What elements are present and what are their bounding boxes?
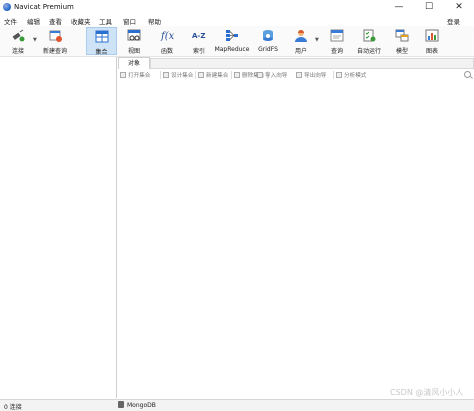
db-type-label: MongoDB xyxy=(127,402,156,409)
open-collection-button[interactable]: 打开集合 xyxy=(120,71,150,79)
user-label: 用户 xyxy=(294,48,307,55)
divider xyxy=(195,71,196,79)
search-icon[interactable] xyxy=(464,71,471,78)
new-query-label: 新建查询 xyxy=(42,48,67,55)
connect-dropdown-icon[interactable]: ▼ xyxy=(33,37,37,43)
window-title: Navicat Premium xyxy=(14,3,74,11)
user-dropdown-icon[interactable]: ▼ xyxy=(315,37,319,43)
gridfs-icon xyxy=(263,30,273,41)
chart-button[interactable]: 图表 xyxy=(420,27,444,55)
svg-text:f(x): f(x) xyxy=(160,31,174,42)
svg-text:A-Z: A-Z xyxy=(192,32,205,40)
menu-window[interactable]: 窗口 xyxy=(123,16,136,26)
divider xyxy=(160,71,161,79)
chart-label: 图表 xyxy=(425,48,438,55)
new-query-icon xyxy=(49,30,62,42)
menu-view[interactable]: 查看 xyxy=(49,16,62,26)
maximize-button[interactable]: ☐ xyxy=(414,0,444,14)
plug-icon xyxy=(12,29,25,42)
index-icon: A-Z xyxy=(192,32,205,40)
index-label: 索引 xyxy=(192,48,205,55)
query-label: 查询 xyxy=(330,48,343,55)
new-collection-icon xyxy=(198,72,204,78)
main-toolbar: 连接 ▼ 新建查询 集合 视图 f(x) 函数 A-Z 索引 MapReduce… xyxy=(0,26,474,57)
function-button[interactable]: f(x) 函数 xyxy=(154,27,180,55)
delete-collection-icon xyxy=(234,72,240,78)
divider xyxy=(333,71,334,79)
new-query-button[interactable]: 新建查询 xyxy=(40,27,70,55)
connect-button[interactable]: 连接 xyxy=(4,27,32,55)
watermark: CSDN @清风小小人 xyxy=(390,388,464,397)
user-icon xyxy=(295,30,307,42)
mapreduce-icon xyxy=(226,30,238,41)
import-wizard-button[interactable]: 导入向导 xyxy=(257,71,287,79)
gridfs-button[interactable]: GridFS xyxy=(254,27,282,55)
status-bar: 0 连接 MongoDB xyxy=(0,399,474,411)
query-icon xyxy=(330,29,344,42)
collection-button[interactable]: 集合 xyxy=(86,27,117,56)
object-list-area[interactable] xyxy=(118,81,474,398)
model-icon xyxy=(395,29,409,42)
menu-tools[interactable]: 工具 xyxy=(99,16,112,26)
export-wizard-button[interactable]: 导出向导 xyxy=(296,71,326,79)
login-link[interactable]: 登录 xyxy=(447,16,460,26)
analyze-schema-button[interactable]: 分析模式 xyxy=(336,71,366,79)
open-collection-label: 打开集合 xyxy=(128,73,151,79)
connection-tree-panel[interactable] xyxy=(0,57,117,398)
tab-strip xyxy=(150,58,474,69)
chart-icon xyxy=(425,29,439,42)
tab-bar: 对象 xyxy=(118,57,474,69)
minimize-button[interactable]: — xyxy=(384,0,414,14)
function-label: 函数 xyxy=(160,48,173,55)
object-toolbar: 打开集合 设计集合 新建集合 删除集合 导入向导 导出向导 分析模式 xyxy=(118,70,474,80)
menu-file[interactable]: 文件 xyxy=(4,16,17,26)
design-collection-label: 设计集合 xyxy=(171,73,194,79)
gridfs-label: GridFS xyxy=(258,46,278,53)
close-button[interactable]: ✕ xyxy=(444,0,474,14)
automation-button[interactable]: 自动运行 xyxy=(354,27,384,55)
model-button[interactable]: 模型 xyxy=(390,27,414,55)
analyze-schema-label: 分析模式 xyxy=(344,73,367,79)
menu-edit[interactable]: 编辑 xyxy=(27,16,40,26)
new-collection-button[interactable]: 新建集合 xyxy=(198,71,228,79)
view-icon xyxy=(127,29,141,41)
function-icon: f(x) xyxy=(160,31,174,42)
tab-object[interactable]: 对象 xyxy=(118,57,150,69)
connect-label: 连接 xyxy=(11,48,24,55)
design-collection-button[interactable]: 设计集合 xyxy=(163,71,193,79)
mongodb-icon xyxy=(118,401,124,408)
view-button[interactable]: 视图 xyxy=(120,27,148,55)
automation-label: 自动运行 xyxy=(356,48,381,55)
query-button[interactable]: 查询 xyxy=(324,27,350,55)
import-wizard-label: 导入向导 xyxy=(265,73,288,79)
open-collection-icon xyxy=(120,72,126,78)
user-button[interactable]: 用户 xyxy=(288,27,314,55)
navicat-logo-icon xyxy=(3,3,11,11)
menu-favorites[interactable]: 收藏夹 xyxy=(71,16,91,26)
collection-icon xyxy=(95,30,108,43)
automation-icon xyxy=(363,29,376,42)
new-collection-label: 新建集合 xyxy=(206,73,229,79)
index-button[interactable]: A-Z 索引 xyxy=(186,27,212,55)
export-wizard-label: 导出向导 xyxy=(304,73,327,79)
analyze-schema-icon xyxy=(336,72,342,78)
design-collection-icon xyxy=(163,72,169,78)
collection-label: 集合 xyxy=(95,49,108,56)
menu-help[interactable]: 帮助 xyxy=(148,16,161,26)
mapreduce-button[interactable]: MapReduce xyxy=(214,27,250,55)
mapreduce-label: MapReduce xyxy=(214,46,250,53)
import-wizard-icon xyxy=(257,72,263,78)
db-type-indicator: MongoDB xyxy=(118,401,156,409)
menu-bar: 文件 编辑 查看 收藏夹 工具 窗口 帮助 登录 xyxy=(0,14,474,26)
model-label: 模型 xyxy=(395,48,408,55)
divider xyxy=(231,71,232,79)
title-bar: Navicat Premium — ☐ ✕ xyxy=(0,0,474,14)
export-wizard-icon xyxy=(296,72,302,78)
view-label: 视图 xyxy=(127,48,140,55)
